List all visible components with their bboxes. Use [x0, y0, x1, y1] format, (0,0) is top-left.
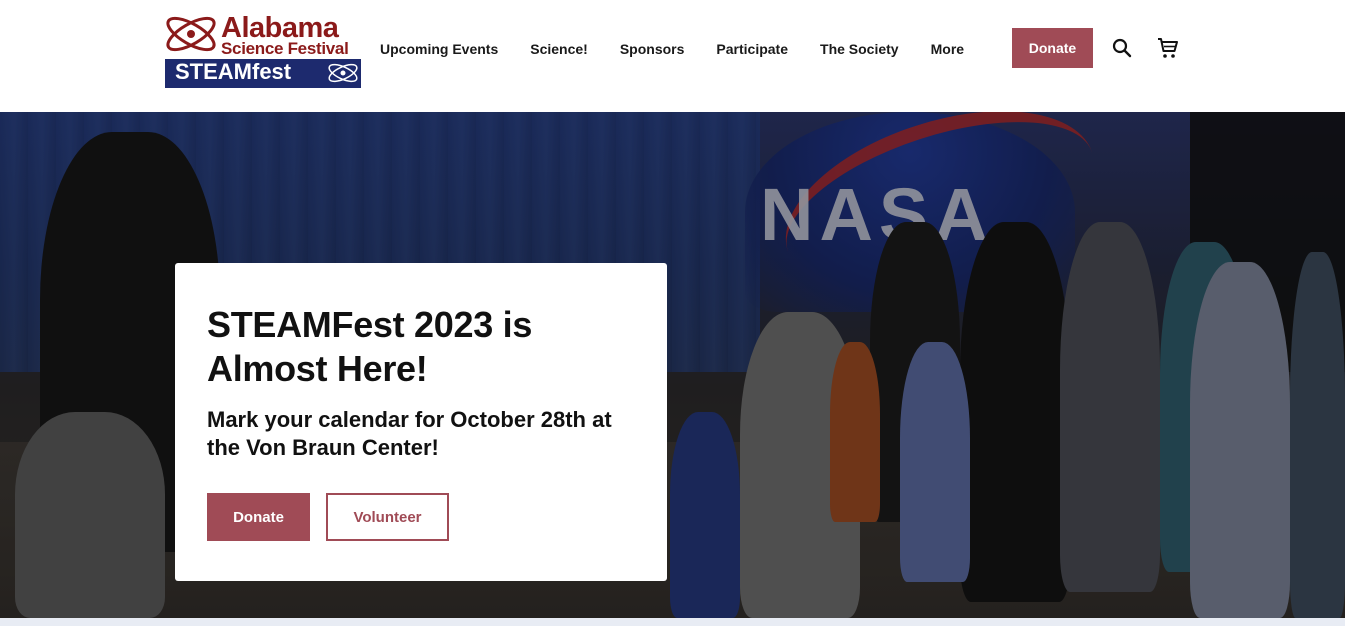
search-icon: [1112, 38, 1132, 58]
site-logo[interactable]: Alabama Science Festival STEAMfest: [163, 8, 361, 88]
nav-science[interactable]: Science!: [530, 40, 588, 58]
nav-sponsors[interactable]: Sponsors: [620, 40, 685, 58]
main-nav: Upcoming Events Science! Sponsors Partic…: [380, 40, 996, 58]
cart-icon: [1158, 38, 1178, 58]
nav-participate[interactable]: Participate: [716, 40, 788, 58]
search-button[interactable]: [1110, 36, 1134, 60]
hero-volunteer-button[interactable]: Volunteer: [326, 493, 449, 541]
header-donate-button[interactable]: Donate: [1012, 28, 1093, 68]
hero-title: STEAMFest 2023 is Almost Here!: [207, 304, 533, 389]
nav-upcoming-events[interactable]: Upcoming Events: [380, 40, 498, 58]
hero-card: STEAMFest 2023 is Almost Here! Mark your…: [175, 263, 667, 581]
nav-more[interactable]: More: [931, 40, 964, 58]
nav-the-society[interactable]: The Society: [820, 40, 899, 58]
hero-subtitle: Mark your calendar for October 28th at t…: [207, 407, 612, 460]
logo-subtitle: Science Festival: [221, 39, 349, 58]
hero-donate-button[interactable]: Donate: [207, 493, 310, 541]
atom-small-icon: [328, 63, 358, 83]
page-bottom-strip: [0, 618, 1345, 626]
site-header: Alabama Science Festival STEAMfest Upcom…: [0, 0, 1345, 112]
logo-steamfest: STEAMfest: [175, 59, 292, 84]
cart-button[interactable]: [1156, 36, 1180, 60]
